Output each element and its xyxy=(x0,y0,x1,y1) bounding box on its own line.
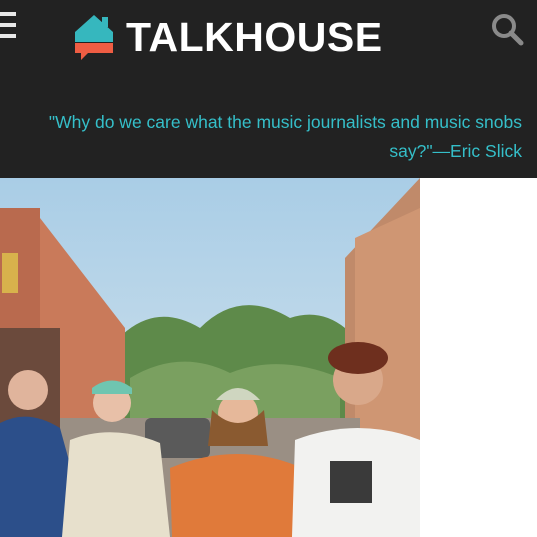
band-photo-image xyxy=(0,178,420,537)
site-header: TALKHOUSE "Why do we care what the music… xyxy=(0,0,537,178)
brand-name: TALKHOUSE xyxy=(126,14,383,60)
site-logo[interactable]: TALKHOUSE xyxy=(72,12,383,62)
hamburger-menu-icon[interactable] xyxy=(0,12,16,40)
pull-quote: "Why do we care what the music journalis… xyxy=(48,112,522,161)
search-icon[interactable] xyxy=(490,12,524,46)
hero-photo xyxy=(0,178,420,537)
house-logo-icon xyxy=(75,15,113,60)
